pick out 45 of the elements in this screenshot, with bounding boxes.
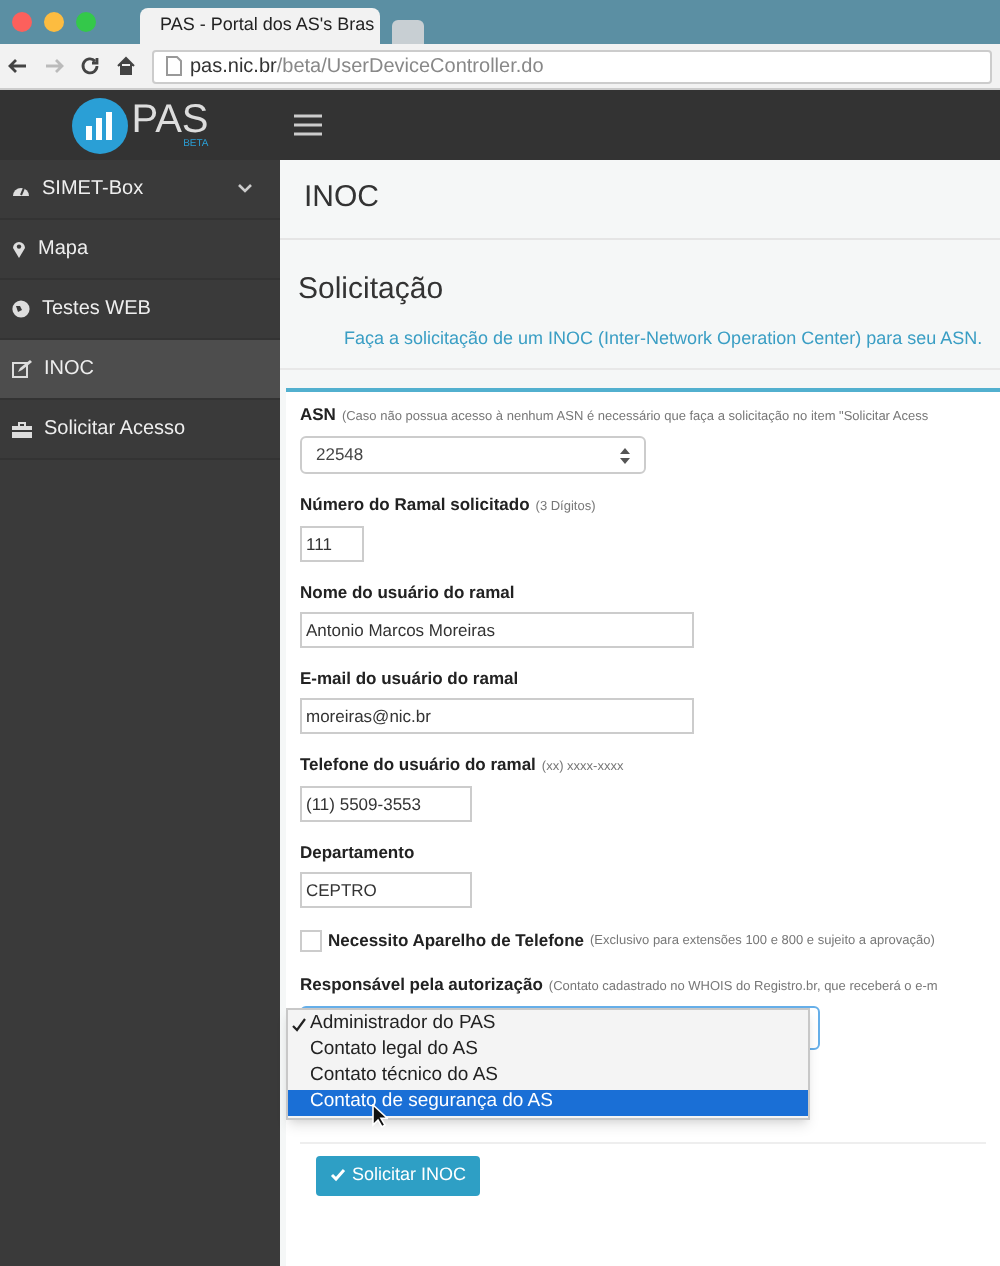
select-field[interactable]: 22548 <box>300 436 646 474</box>
sidebar-item[interactable]: Solicitar Acesso <box>0 400 280 460</box>
menu-icon[interactable] <box>294 114 322 136</box>
intro-text: Faça a solicitação de um INOC (Inter-Network Operation Center) para seu ASN. <box>342 325 982 352</box>
text-field[interactable]: CEPTRO <box>300 872 472 908</box>
edit-icon <box>12 360 32 378</box>
dropdown-option[interactable]: Contato legal do AS <box>288 1037 808 1064</box>
field-label: Número do Ramal solicitado <box>300 494 530 516</box>
up-down-arrows-icon <box>620 447 630 463</box>
address-bar[interactable]: pas.nic.br/beta/UserDeviceController.do <box>152 49 992 83</box>
sidebar-item[interactable]: INOC <box>0 340 280 400</box>
section-title: Solicitação <box>298 270 446 310</box>
map-pin-icon <box>12 240 26 258</box>
field-label: Departamento <box>300 842 415 864</box>
home-icon[interactable] <box>116 56 136 76</box>
dropdown-option[interactable]: Contato técnico do AS <box>288 1063 808 1090</box>
field-label: ASN <box>300 404 336 426</box>
dropdown-option[interactable]: Administrador do PAS <box>288 1011 808 1038</box>
browser-tab[interactable]: PAS - Portal dos AS's Bras <box>140 8 380 44</box>
dropdown-option[interactable]: Contato de segurança do AS <box>288 1089 808 1116</box>
field-label: Telefone do usuário do ramal <box>300 754 536 776</box>
back-icon[interactable] <box>8 56 28 76</box>
url-text: pas.nic.br/beta/UserDeviceController.do <box>190 53 544 81</box>
field-label: Nome do usuário do ramal <box>300 582 515 604</box>
globe-icon <box>12 300 30 318</box>
text-field[interactable]: (11) 5509-3553 <box>300 786 472 822</box>
checkbox[interactable] <box>300 929 322 952</box>
text-field[interactable]: moreiras@nic.br <box>300 698 694 734</box>
forward-icon[interactable] <box>44 56 64 76</box>
field-label: Responsável pela autorização <box>300 973 543 996</box>
sidebar-item[interactable]: Mapa <box>0 220 280 280</box>
logo-text: PAS <box>131 100 209 140</box>
bar-chart-logo-icon <box>71 97 128 153</box>
chevron-down-icon <box>238 184 252 194</box>
checkbox-label: Necessito Aparelho de Telefone <box>328 928 585 954</box>
checkmark-icon <box>330 1168 346 1183</box>
sidebar-item[interactable]: SIMET-Box <box>0 160 280 220</box>
page-title: INOC <box>304 178 379 219</box>
field-label: E-mail do usuário do ramal <box>300 668 519 690</box>
text-field[interactable]: 111 <box>300 526 364 562</box>
new-tab-button[interactable] <box>392 20 424 44</box>
page-icon <box>166 56 182 76</box>
briefcase-icon <box>12 421 32 437</box>
reload-icon[interactable] <box>80 56 100 76</box>
text-field[interactable]: Antonio Marcos Moreiras <box>300 612 694 648</box>
